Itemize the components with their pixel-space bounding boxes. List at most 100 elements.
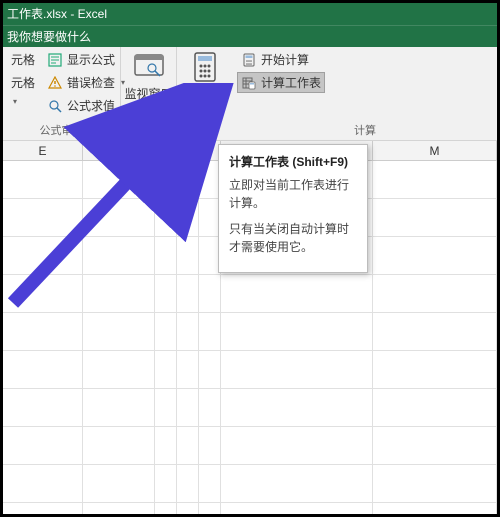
cell[interactable] — [373, 427, 497, 464]
cell[interactable] — [83, 237, 155, 274]
cell[interactable] — [155, 313, 177, 350]
watch-window-icon — [133, 51, 165, 83]
cell[interactable] — [373, 503, 497, 514]
cell[interactable] — [155, 199, 177, 236]
column-header[interactable]: H — [177, 141, 199, 160]
cell[interactable] — [155, 465, 177, 502]
calc-options-icon — [189, 51, 221, 83]
cell[interactable] — [3, 161, 83, 198]
cell[interactable] — [83, 313, 155, 350]
tooltip-line1: 立即对当前工作表进行计算。 — [229, 176, 357, 212]
tooltip: 计算工作表 (Shift+F9) 立即对当前工作表进行计算。 只有当关闭自动计算… — [218, 144, 368, 273]
cell[interactable] — [221, 275, 373, 312]
column-header[interactable]: M — [373, 141, 497, 160]
show-formulas-icon — [47, 52, 63, 68]
calculate-sheet-label: 计算工作表 — [261, 74, 321, 91]
watch-window-button[interactable]: 监视窗口 — [119, 49, 179, 104]
cell[interactable] — [3, 313, 83, 350]
column-header[interactable]: F — [83, 141, 155, 160]
cell[interactable] — [373, 199, 497, 236]
trace-precedents-button[interactable]: 元格 — [7, 49, 39, 70]
cell[interactable] — [3, 237, 83, 274]
cell[interactable] — [177, 313, 199, 350]
calc-options-button[interactable]: 计算选项 ▾ — [175, 49, 235, 115]
cell[interactable] — [177, 161, 199, 198]
eval-formula-button[interactable]: 公式求值 — [43, 95, 129, 116]
eval-formula-label: 公式求值 — [67, 97, 115, 114]
cell[interactable] — [155, 389, 177, 426]
trace-dependents-label: 元格 — [11, 74, 35, 91]
cell[interactable] — [177, 199, 199, 236]
show-formulas-button[interactable]: 显示公式 — [43, 49, 129, 70]
cell[interactable] — [199, 427, 221, 464]
cell[interactable] — [3, 389, 83, 426]
cell[interactable] — [3, 503, 83, 514]
cell[interactable] — [373, 237, 497, 274]
cell[interactable] — [221, 313, 373, 350]
tell-me-text: 我你想要做什么 — [7, 30, 91, 44]
cell[interactable] — [221, 427, 373, 464]
group-calcopt-label — [181, 124, 229, 140]
cell[interactable] — [373, 275, 497, 312]
cell[interactable] — [155, 427, 177, 464]
cell[interactable] — [155, 275, 177, 312]
cell[interactable] — [3, 465, 83, 502]
remove-arrows-button[interactable]: ▾ — [7, 95, 39, 108]
cell[interactable] — [83, 275, 155, 312]
cell[interactable] — [3, 351, 83, 388]
cell[interactable] — [199, 313, 221, 350]
cell[interactable] — [373, 161, 497, 198]
dropdown-icon: ▾ — [13, 97, 17, 106]
cell[interactable] — [199, 275, 221, 312]
cell[interactable] — [83, 427, 155, 464]
cell[interactable] — [177, 389, 199, 426]
cell[interactable] — [199, 465, 221, 502]
grid-row — [3, 351, 497, 389]
tell-me-bar[interactable]: 我你想要做什么 — [3, 25, 497, 47]
cell[interactable] — [3, 275, 83, 312]
cell[interactable] — [155, 351, 177, 388]
cell[interactable] — [177, 427, 199, 464]
cell[interactable] — [199, 351, 221, 388]
show-formulas-label: 显示公式 — [67, 51, 115, 68]
cell[interactable] — [177, 237, 199, 274]
column-header[interactable]: G — [155, 141, 177, 160]
cell[interactable] — [199, 503, 221, 514]
cell[interactable] — [3, 199, 83, 236]
cell[interactable] — [373, 351, 497, 388]
cell[interactable] — [83, 389, 155, 426]
calculate-now-button[interactable]: 开始计算 — [237, 49, 325, 70]
cell[interactable] — [155, 237, 177, 274]
group-calc-options: 计算选项 ▾ — [177, 47, 233, 140]
grid-row — [3, 427, 497, 465]
cell[interactable] — [83, 465, 155, 502]
calculate-now-label: 开始计算 — [261, 51, 309, 68]
cell[interactable] — [177, 465, 199, 502]
cell[interactable] — [83, 351, 155, 388]
cell[interactable] — [221, 389, 373, 426]
cell[interactable] — [177, 351, 199, 388]
cell[interactable] — [221, 351, 373, 388]
cell[interactable] — [177, 503, 199, 514]
cell[interactable] — [155, 503, 177, 514]
error-check-label: 错误检查 — [67, 74, 115, 91]
cell[interactable] — [3, 427, 83, 464]
watch-window-label: 监视窗口 — [125, 85, 173, 102]
cell[interactable] — [221, 503, 373, 514]
cell[interactable] — [155, 161, 177, 198]
column-header[interactable]: E — [3, 141, 83, 160]
cell[interactable] — [199, 389, 221, 426]
grid-row — [3, 313, 497, 351]
cell[interactable] — [83, 503, 155, 514]
error-check-button[interactable]: 错误检查 ▾ — [43, 72, 129, 93]
cell[interactable] — [373, 465, 497, 502]
cell[interactable] — [373, 313, 497, 350]
trace-dependents-button[interactable]: 元格 — [7, 72, 39, 93]
cell[interactable] — [221, 465, 373, 502]
cell[interactable] — [83, 199, 155, 236]
trace-precedents-label: 元格 — [11, 51, 35, 68]
cell[interactable] — [83, 161, 155, 198]
calculate-sheet-button[interactable]: 计算工作表 — [237, 72, 325, 93]
cell[interactable] — [177, 275, 199, 312]
cell[interactable] — [373, 389, 497, 426]
